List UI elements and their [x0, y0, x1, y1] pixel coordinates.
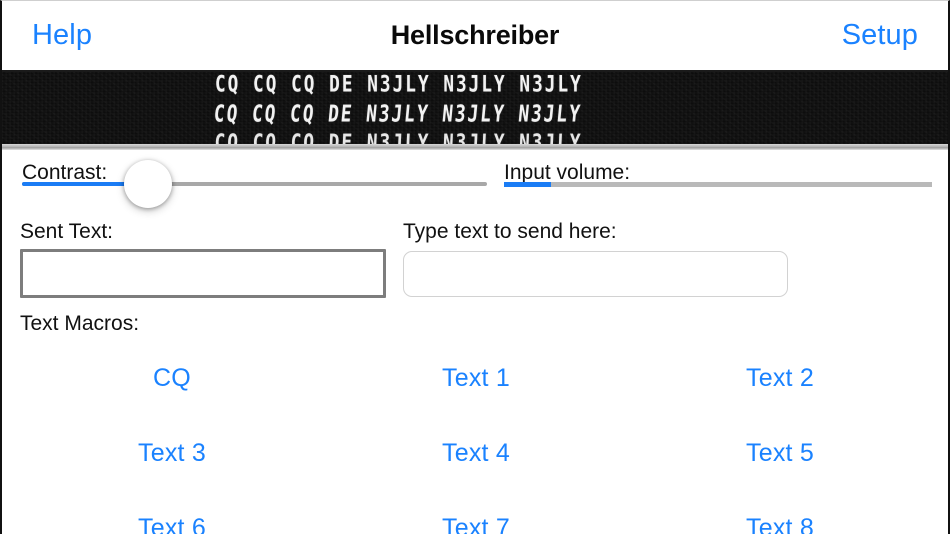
- text-macros-grid: CQ Text 1 Text 2 Text 3 Text 4 Text 5 Te…: [20, 341, 932, 534]
- macro-button-8[interactable]: Text 8: [628, 491, 932, 534]
- macro-button-0[interactable]: CQ: [20, 341, 324, 416]
- sent-text-field[interactable]: [20, 249, 386, 298]
- setup-button[interactable]: Setup: [842, 19, 918, 52]
- macro-button-1[interactable]: Text 1: [324, 341, 628, 416]
- type-text-input[interactable]: [403, 251, 788, 297]
- contrast-slider[interactable]: [22, 160, 487, 208]
- hellschreiber-waterfall-display[interactable]: CQ CQ CQ DE N3JLY N3JLY N3JLY CQ CQ CQ D…: [2, 72, 948, 144]
- input-volume-slider[interactable]: [504, 182, 932, 187]
- waterfall-text-line: CQ CQ CQ DE N3JLY N3JLY N3JLY: [212, 100, 584, 128]
- text-macros-label: Text Macros:: [20, 312, 140, 335]
- sent-text-label: Sent Text:: [20, 220, 114, 243]
- navigation-bar: Help Hellschreiber Setup: [2, 1, 948, 72]
- macro-button-3[interactable]: Text 3: [20, 416, 324, 491]
- input-volume-fill: [504, 182, 552, 187]
- macro-button-5[interactable]: Text 5: [628, 416, 932, 491]
- page-title: Hellschreiber: [390, 20, 560, 50]
- input-volume-track[interactable]: [504, 182, 932, 187]
- macro-button-2[interactable]: Text 2: [628, 341, 932, 416]
- macro-button-4[interactable]: Text 4: [324, 416, 628, 491]
- type-text-label: Type text to send here:: [403, 220, 617, 243]
- macro-button-7[interactable]: Text 7: [324, 491, 628, 534]
- app-window: Help Hellschreiber Setup CQ CQ CQ DE N3J…: [0, 0, 950, 534]
- macro-button-6[interactable]: Text 6: [20, 491, 324, 534]
- waterfall-text-line: CQ CQ CQ DE N3JLY N3JLY N3JLY: [215, 72, 583, 98]
- waterfall-divider: [2, 144, 948, 150]
- contrast-slider-thumb[interactable]: [123, 160, 172, 208]
- waterfall-text-line: CQ CQ CQ DE N3JLY N3JLY N3JLY: [214, 129, 583, 144]
